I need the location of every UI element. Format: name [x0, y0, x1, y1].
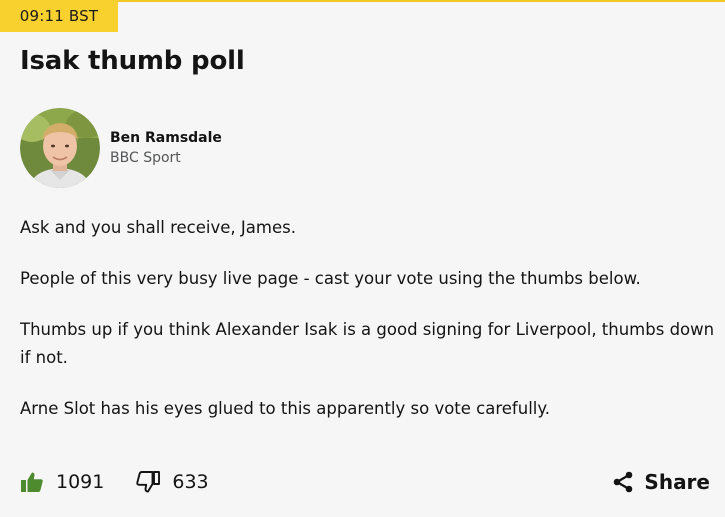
post-paragraph: Ask and you shall receive, James.: [20, 218, 296, 237]
post-paragraph: Thumbs up if you think Alexander Isak is…: [20, 320, 715, 367]
post-paragraph: Arne Slot has his eyes glued to this app…: [20, 399, 551, 418]
author-name: Ben Ramsdale: [110, 130, 222, 146]
author-info: Ben Ramsdale BBC Sport: [110, 128, 222, 168]
thumbs-up-icon: [21, 472, 43, 492]
post-headline: Isak thumb poll: [20, 46, 245, 76]
thumbs-down-count: 633: [172, 471, 209, 493]
share-label: Share: [644, 470, 710, 494]
share-button[interactable]: Share: [612, 470, 710, 494]
post-body: Ask and you shall receive, James. People…: [20, 214, 720, 446]
live-post: 09:11 BST Isak thumb poll Ben Ramsdale B…: [0, 0, 725, 517]
thumbs-up-button[interactable]: 1091: [20, 470, 104, 494]
timestamp-badge: 09:11 BST: [0, 0, 118, 32]
post-paragraph: People of this very busy live page - cas…: [20, 269, 641, 288]
author-organisation: BBC Sport: [110, 150, 181, 166]
author-avatar: [20, 108, 100, 188]
thumbs-down-icon: [136, 471, 161, 493]
reaction-bar: 1091 633 Share: [20, 462, 710, 502]
share-icon: [614, 471, 633, 493]
thumbs-down-button[interactable]: 633: [136, 470, 209, 494]
author-byline: Ben Ramsdale BBC Sport: [20, 108, 222, 188]
thumbs-up-count: 1091: [56, 471, 105, 493]
